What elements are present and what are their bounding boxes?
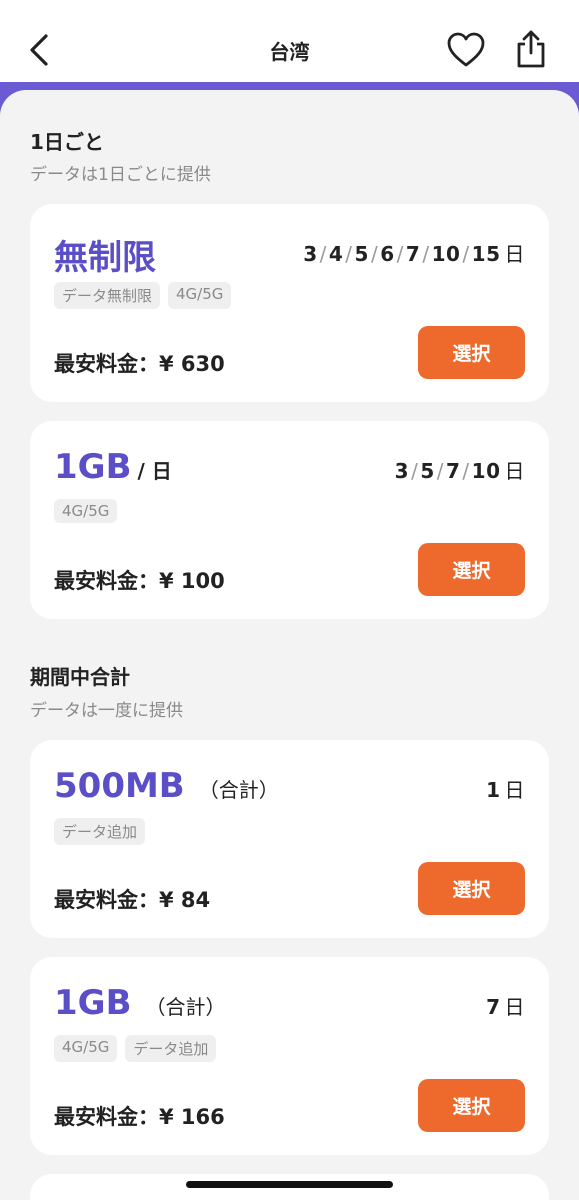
section-subtitle-daily: データは1日ごとに提供 [30,165,211,185]
plans-sheet: 1日ごと データは1日ごとに提供 無制限 3/4/5/6/7/10/15 日 デー… [0,90,579,1200]
lowest-price: 最安料金：¥ 630 [54,352,225,376]
header: 台湾 [0,0,579,84]
plan-days: 7日 [486,991,525,1020]
plan-name: 1GB （合計） [54,983,225,1023]
plan-suffix: / 日 [137,459,172,483]
day-option: 3 [303,242,318,266]
days-unit: 日 [504,459,525,483]
days-unit: 日 [504,242,525,266]
plan-name-text: 500MB [54,766,185,806]
lowest-price: 最安料金：¥ 84 [54,888,211,912]
plan-tags: 4G/5G データ追加 [54,1035,217,1062]
days-unit: 日 [504,778,525,802]
day-option: 5 [420,459,435,483]
lowest-price: 最安料金：¥ 100 [54,569,225,593]
select-button[interactable]: 選択 [418,1079,525,1132]
home-indicator[interactable] [186,1181,393,1188]
plan-days: 3/4/5/6/7/10/15 日 [303,242,525,266]
day-option: 10 [471,459,501,483]
page-title: 台湾 [269,40,310,64]
plan-name: 無制限 [54,238,156,278]
day-option: 4 [328,242,344,266]
plan-tags: データ無制限 4G/5G [54,282,232,309]
plan-tag: データ追加 [125,1035,217,1062]
plan-name: 500MB （合計） [54,766,279,806]
plan-card-1gb-total[interactable]: 1GB （合計） 7日 4G/5G データ追加 最安料金：¥ 166 選択 [30,957,549,1155]
select-button[interactable]: 選択 [418,543,525,596]
plan-name: 1GB / 日 [54,447,172,487]
section-title-total: 期間中合計 [30,665,130,689]
lowest-price: 最安料金：¥ 166 [54,1105,225,1129]
plan-tag: 4G/5G [54,499,118,523]
select-button[interactable]: 選択 [418,326,525,379]
plan-days: 3/5/7/10 日 [394,459,525,483]
select-button[interactable]: 選択 [418,862,525,915]
share-icon[interactable] [514,28,548,70]
plan-tags: 4G/5G [54,499,118,523]
plan-card-500mb[interactable]: 500MB （合計） 1日 データ追加 最安料金：¥ 84 選択 [30,740,549,938]
section-subtitle-total: データは一度に提供 [30,701,183,721]
plan-name-text: 1GB [54,983,132,1023]
day-option: 7 [445,459,461,483]
day-option: 3 [394,459,410,483]
day-option: 7 [486,995,501,1019]
heart-icon[interactable] [446,32,486,68]
plan-suffix: （合計） [145,995,226,1019]
day-option: 5 [354,242,369,266]
section-title-daily: 1日ごと [30,130,104,154]
day-option: 6 [380,242,395,266]
plan-card-unlimited[interactable]: 無制限 3/4/5/6/7/10/15 日 データ無制限 4G/5G 最安料金：¥… [30,204,549,402]
plan-suffix: （合計） [198,778,279,802]
plan-tags: データ追加 [54,818,146,845]
plan-tag: データ追加 [54,818,146,845]
day-option: 10 [431,242,461,266]
day-option: 1 [486,778,501,802]
plan-name-text: 1GB [54,447,132,487]
plan-card-1gb-daily[interactable]: 1GB / 日 3/5/7/10 日 4G/5G 最安料金：¥ 100 選択 [30,421,549,619]
day-option: 15 [471,242,501,266]
days-unit: 日 [504,995,525,1019]
plan-tag: データ無制限 [54,282,161,309]
plan-days: 1日 [486,774,525,803]
plan-tag: 4G/5G [54,1035,118,1062]
plan-tag: 4G/5G [168,282,232,309]
day-option: 7 [405,242,421,266]
